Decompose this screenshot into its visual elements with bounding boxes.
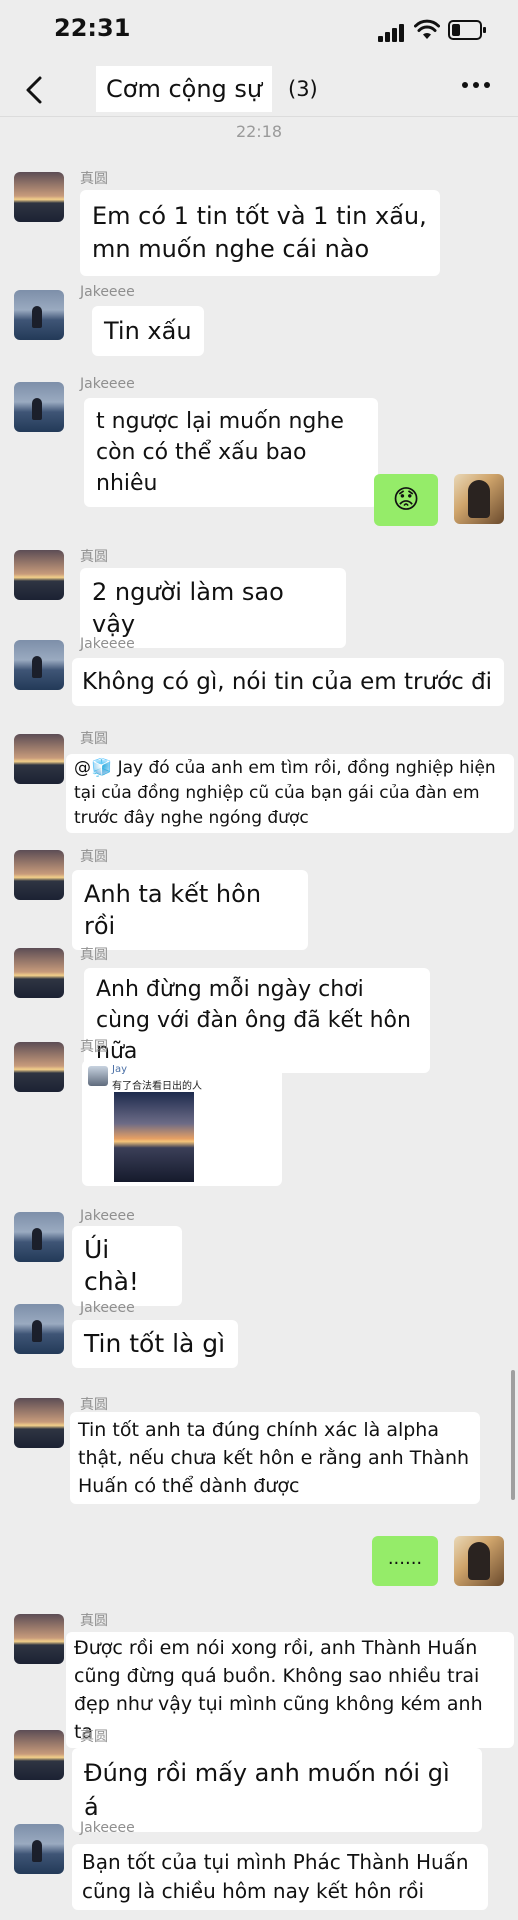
avatar[interactable]	[14, 1824, 64, 1874]
sender-name: 真圆	[80, 947, 108, 963]
message-bubble[interactable]: Anh ta kết hôn rồi	[72, 870, 308, 950]
wifi-icon	[414, 19, 440, 39]
avatar[interactable]	[14, 1304, 64, 1354]
message-bubble[interactable]: Tin tốt là gì	[72, 1320, 238, 1368]
sender-name: 真圆	[80, 1729, 108, 1745]
avatar[interactable]	[14, 1614, 64, 1664]
message-bubble[interactable]: Úi chà!	[72, 1226, 182, 1306]
avatar[interactable]	[14, 1042, 64, 1092]
sender-name: 真圆	[80, 849, 108, 865]
message-bubble[interactable]: ......	[372, 1536, 438, 1586]
message-bubble[interactable]: Em có 1 tin tốt và 1 tin xấu, mn muốn ng…	[80, 190, 440, 276]
message-bubble[interactable]: Bạn tốt của tụi mình Phác Thành Huấn cũn…	[72, 1844, 488, 1910]
chat-header: Cơm cộng sự (3)	[0, 60, 518, 120]
message-bubble[interactable]: 😟	[374, 474, 438, 526]
scrollbar[interactable]	[511, 1370, 515, 1500]
avatar[interactable]	[14, 1398, 64, 1448]
avatar[interactable]	[14, 172, 64, 222]
battery-icon	[448, 20, 486, 40]
timestamp: 22:18	[235, 122, 283, 141]
signal-icon	[378, 22, 406, 42]
avatar[interactable]	[14, 290, 64, 340]
back-chevron-icon[interactable]	[16, 70, 52, 110]
avatar[interactable]	[454, 474, 504, 524]
avatar	[88, 1066, 108, 1086]
avatar[interactable]	[14, 1212, 64, 1262]
message-bubble[interactable]: t ngược lại muốn nghe còn có thể xấu bao…	[84, 398, 378, 507]
sender-name: 真圆	[80, 1613, 108, 1629]
avatar[interactable]	[14, 948, 64, 998]
header-divider	[0, 116, 518, 117]
shared-image[interactable]	[114, 1092, 194, 1182]
message-bubble[interactable]: Được rồi em nói xong rồi, anh Thành Huấn…	[66, 1632, 514, 1748]
sender-name: Jakeeee	[80, 284, 135, 300]
avatar[interactable]	[14, 640, 64, 690]
sender-name: 真圆	[80, 1397, 108, 1413]
message-bubble[interactable]: @🧊 Jay đó của anh em tìm rồi, đồng nghiệ…	[66, 754, 514, 833]
message-bubble[interactable]: Tin tốt anh ta đúng chính xác là alpha t…	[70, 1412, 480, 1504]
avatar[interactable]	[14, 550, 64, 600]
shared-moment-card[interactable]: Jay 有了合法看日出的人	[82, 1060, 282, 1186]
message-bubble[interactable]: Anh đừng mỗi ngày chơi cùng với đàn ông …	[84, 968, 430, 1073]
sender-name: 真圆	[80, 549, 108, 565]
sender-name: Jakeeee	[80, 1820, 135, 1836]
more-options-icon[interactable]	[462, 82, 492, 92]
sender-name: 真圆	[80, 731, 108, 747]
avatar[interactable]	[14, 734, 64, 784]
avatar[interactable]	[14, 850, 64, 900]
avatar[interactable]	[14, 1730, 64, 1780]
share-caption: 有了合法看日出的人	[112, 1081, 202, 1092]
sender-name: Jakeeee	[80, 376, 135, 392]
status-time: 22:31	[54, 14, 131, 42]
sender-name: Jakeeee	[80, 1300, 135, 1316]
message-bubble[interactable]: Tin xấu	[92, 306, 204, 356]
sender-name: Jakeeee	[80, 1208, 135, 1224]
avatar[interactable]	[14, 382, 64, 432]
sender-name: 真圆	[80, 1039, 108, 1055]
avatar[interactable]	[454, 1536, 504, 1586]
sender-name: Jakeeee	[80, 636, 135, 652]
member-count: (3)	[288, 77, 318, 101]
status-bar: 22:31	[0, 0, 518, 60]
message-bubble[interactable]: Không có gì, nói tin của em trước đi	[72, 658, 504, 706]
share-author: Jay	[112, 1064, 127, 1075]
sender-name: 真圆	[80, 171, 108, 187]
chat-title[interactable]: Cơm cộng sự	[96, 66, 273, 112]
